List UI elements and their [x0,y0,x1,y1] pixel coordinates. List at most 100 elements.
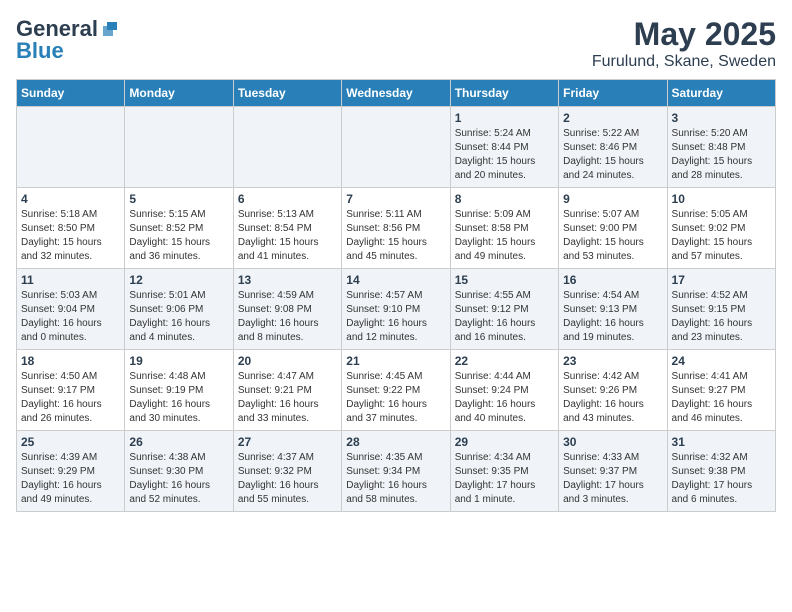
day-info: Sunrise: 5:07 AM Sunset: 9:00 PM Dayligh… [563,208,662,264]
day-cell-7: 7 Sunrise: 5:11 AM Sunset: 8:56 PM Daylig… [342,188,450,269]
day-number: 17 [672,273,771,287]
day-cell-27: 27 Sunrise: 4:37 AM Sunset: 9:32 PM Dayli… [233,431,341,512]
day-cell-2: 2 Sunrise: 5:22 AM Sunset: 8:46 PM Daylig… [559,107,667,188]
day-cell-26: 26Sunrise: 4:38 AM Sunset: 9:30 PM Dayli… [125,431,233,512]
week-row-2: 4 Sunrise: 5:18 AM Sunset: 8:50 PM Daylig… [17,188,776,269]
day-header-tuesday: Tuesday [233,80,341,107]
day-info: Sunrise: 5:22 AM Sunset: 8:46 PM Dayligh… [563,127,662,183]
day-info: Sunrise: 4:48 AM Sunset: 9:19 PM Dayligh… [129,370,228,426]
day-info: Sunrise: 5:18 AM Sunset: 8:50 PM Dayligh… [21,208,120,264]
day-info: Sunrise: 4:38 AM Sunset: 9:30 PM Dayligh… [129,451,228,507]
day-info: Sunrise: 4:32 AM Sunset: 9:38 PM Dayligh… [672,451,771,507]
day-number: 25 [21,435,120,449]
day-info: Sunrise: 5:20 AM Sunset: 8:48 PM Dayligh… [672,127,771,183]
day-cell-25: 25 Sunrise: 4:39 AM Sunset: 9:29 PM Dayli… [17,431,125,512]
day-info: Sunrise: 5:13 AM Sunset: 8:54 PM Dayligh… [238,208,337,264]
day-number: 11 [21,273,120,287]
empty-cell [233,107,341,188]
day-number: 3 [672,111,771,125]
day-cell-23: 23 Sunrise: 4:42 AM Sunset: 9:26 PM Dayli… [559,350,667,431]
day-info: Sunrise: 5:01 AM Sunset: 9:06 PM Dayligh… [129,289,228,345]
day-number: 15 [455,273,554,287]
day-cell-20: 20 Sunrise: 4:47 AM Sunset: 9:21 PM Dayli… [233,350,341,431]
day-cell-17: 17 Sunrise: 4:52 AM Sunset: 9:15 PM Dayli… [667,269,775,350]
day-cell-4: 4 Sunrise: 5:18 AM Sunset: 8:50 PM Daylig… [17,188,125,269]
day-number: 13 [238,273,337,287]
day-cell-22: 22Sunrise: 4:44 AM Sunset: 9:24 PM Dayli… [450,350,558,431]
day-info: Sunrise: 5:15 AM Sunset: 8:52 PM Dayligh… [129,208,228,264]
day-info: Sunrise: 5:24 AM Sunset: 8:44 PM Dayligh… [455,127,554,183]
day-info: Sunrise: 4:57 AM Sunset: 9:10 PM Dayligh… [346,289,445,345]
day-number: 10 [672,192,771,206]
day-cell-3: 3 Sunrise: 5:20 AM Sunset: 8:48 PM Daylig… [667,107,775,188]
empty-cell [125,107,233,188]
day-info: Sunrise: 4:52 AM Sunset: 9:15 PM Dayligh… [672,289,771,345]
day-header-monday: Monday [125,80,233,107]
day-header-thursday: Thursday [450,80,558,107]
day-info: Sunrise: 4:41 AM Sunset: 9:27 PM Dayligh… [672,370,771,426]
day-info: Sunrise: 4:45 AM Sunset: 9:22 PM Dayligh… [346,370,445,426]
day-cell-28: 28 Sunrise: 4:35 AM Sunset: 9:34 PM Dayli… [342,431,450,512]
day-number: 16 [563,273,662,287]
day-info: Sunrise: 4:54 AM Sunset: 9:13 PM Dayligh… [563,289,662,345]
day-info: Sunrise: 4:59 AM Sunset: 9:08 PM Dayligh… [238,289,337,345]
day-cell-21: 21 Sunrise: 4:45 AM Sunset: 9:22 PM Dayli… [342,350,450,431]
day-number: 30 [563,435,662,449]
day-info: Sunrise: 5:09 AM Sunset: 8:58 PM Dayligh… [455,208,554,264]
day-cell-12: 12Sunrise: 5:01 AM Sunset: 9:06 PM Dayli… [125,269,233,350]
week-row-4: 18Sunrise: 4:50 AM Sunset: 9:17 PM Dayli… [17,350,776,431]
day-info: Sunrise: 4:55 AM Sunset: 9:12 PM Dayligh… [455,289,554,345]
day-number: 20 [238,354,337,368]
empty-cell [17,107,125,188]
day-number: 2 [563,111,662,125]
day-cell-9: 9 Sunrise: 5:07 AM Sunset: 9:00 PM Daylig… [559,188,667,269]
day-info: Sunrise: 4:35 AM Sunset: 9:34 PM Dayligh… [346,451,445,507]
day-cell-16: 16 Sunrise: 4:54 AM Sunset: 9:13 PM Dayli… [559,269,667,350]
day-number: 21 [346,354,445,368]
day-number: 31 [672,435,771,449]
month-title: May 2025 [592,16,776,53]
day-info: Sunrise: 4:34 AM Sunset: 9:35 PM Dayligh… [455,451,554,507]
day-info: Sunrise: 4:37 AM Sunset: 9:32 PM Dayligh… [238,451,337,507]
empty-cell [342,107,450,188]
day-cell-24: 24 Sunrise: 4:41 AM Sunset: 9:27 PM Dayli… [667,350,775,431]
day-info: Sunrise: 4:50 AM Sunset: 9:17 PM Dayligh… [21,370,120,426]
day-number: 27 [238,435,337,449]
day-header-friday: Friday [559,80,667,107]
day-number: 7 [346,192,445,206]
day-number: 1 [455,111,554,125]
title-area: May 2025 Furulund, Skane, Sweden [592,16,776,71]
day-cell-14: 14Sunrise: 4:57 AM Sunset: 9:10 PM Dayli… [342,269,450,350]
days-header-row: SundayMondayTuesdayWednesdayThursdayFrid… [17,80,776,107]
day-number: 5 [129,192,228,206]
day-number: 9 [563,192,662,206]
day-number: 4 [21,192,120,206]
day-cell-30: 30Sunrise: 4:33 AM Sunset: 9:37 PM Dayli… [559,431,667,512]
logo: General Blue [16,16,119,64]
day-cell-1: 1 Sunrise: 5:24 AM Sunset: 8:44 PM Daylig… [450,107,558,188]
day-number: 24 [672,354,771,368]
day-cell-15: 15 Sunrise: 4:55 AM Sunset: 9:12 PM Dayli… [450,269,558,350]
day-cell-13: 13 Sunrise: 4:59 AM Sunset: 9:08 PM Dayli… [233,269,341,350]
week-row-5: 25 Sunrise: 4:39 AM Sunset: 9:29 PM Dayli… [17,431,776,512]
day-info: Sunrise: 5:03 AM Sunset: 9:04 PM Dayligh… [21,289,120,345]
day-number: 28 [346,435,445,449]
week-row-3: 11 Sunrise: 5:03 AM Sunset: 9:04 PM Dayli… [17,269,776,350]
day-number: 22 [455,354,554,368]
day-info: Sunrise: 4:39 AM Sunset: 9:29 PM Dayligh… [21,451,120,507]
day-info: Sunrise: 4:42 AM Sunset: 9:26 PM Dayligh… [563,370,662,426]
day-cell-5: 5 Sunrise: 5:15 AM Sunset: 8:52 PM Daylig… [125,188,233,269]
day-number: 8 [455,192,554,206]
day-info: Sunrise: 5:05 AM Sunset: 9:02 PM Dayligh… [672,208,771,264]
day-number: 29 [455,435,554,449]
day-cell-19: 19Sunrise: 4:48 AM Sunset: 9:19 PM Dayli… [125,350,233,431]
day-info: Sunrise: 5:11 AM Sunset: 8:56 PM Dayligh… [346,208,445,264]
day-number: 23 [563,354,662,368]
day-cell-29: 29 Sunrise: 4:34 AM Sunset: 9:35 PM Dayli… [450,431,558,512]
calendar-table: SundayMondayTuesdayWednesdayThursdayFrid… [16,79,776,512]
day-cell-10: 10 Sunrise: 5:05 AM Sunset: 9:02 PM Dayli… [667,188,775,269]
day-info: Sunrise: 4:47 AM Sunset: 9:21 PM Dayligh… [238,370,337,426]
day-cell-31: 31 Sunrise: 4:32 AM Sunset: 9:38 PM Dayli… [667,431,775,512]
day-number: 6 [238,192,337,206]
day-cell-11: 11 Sunrise: 5:03 AM Sunset: 9:04 PM Dayli… [17,269,125,350]
